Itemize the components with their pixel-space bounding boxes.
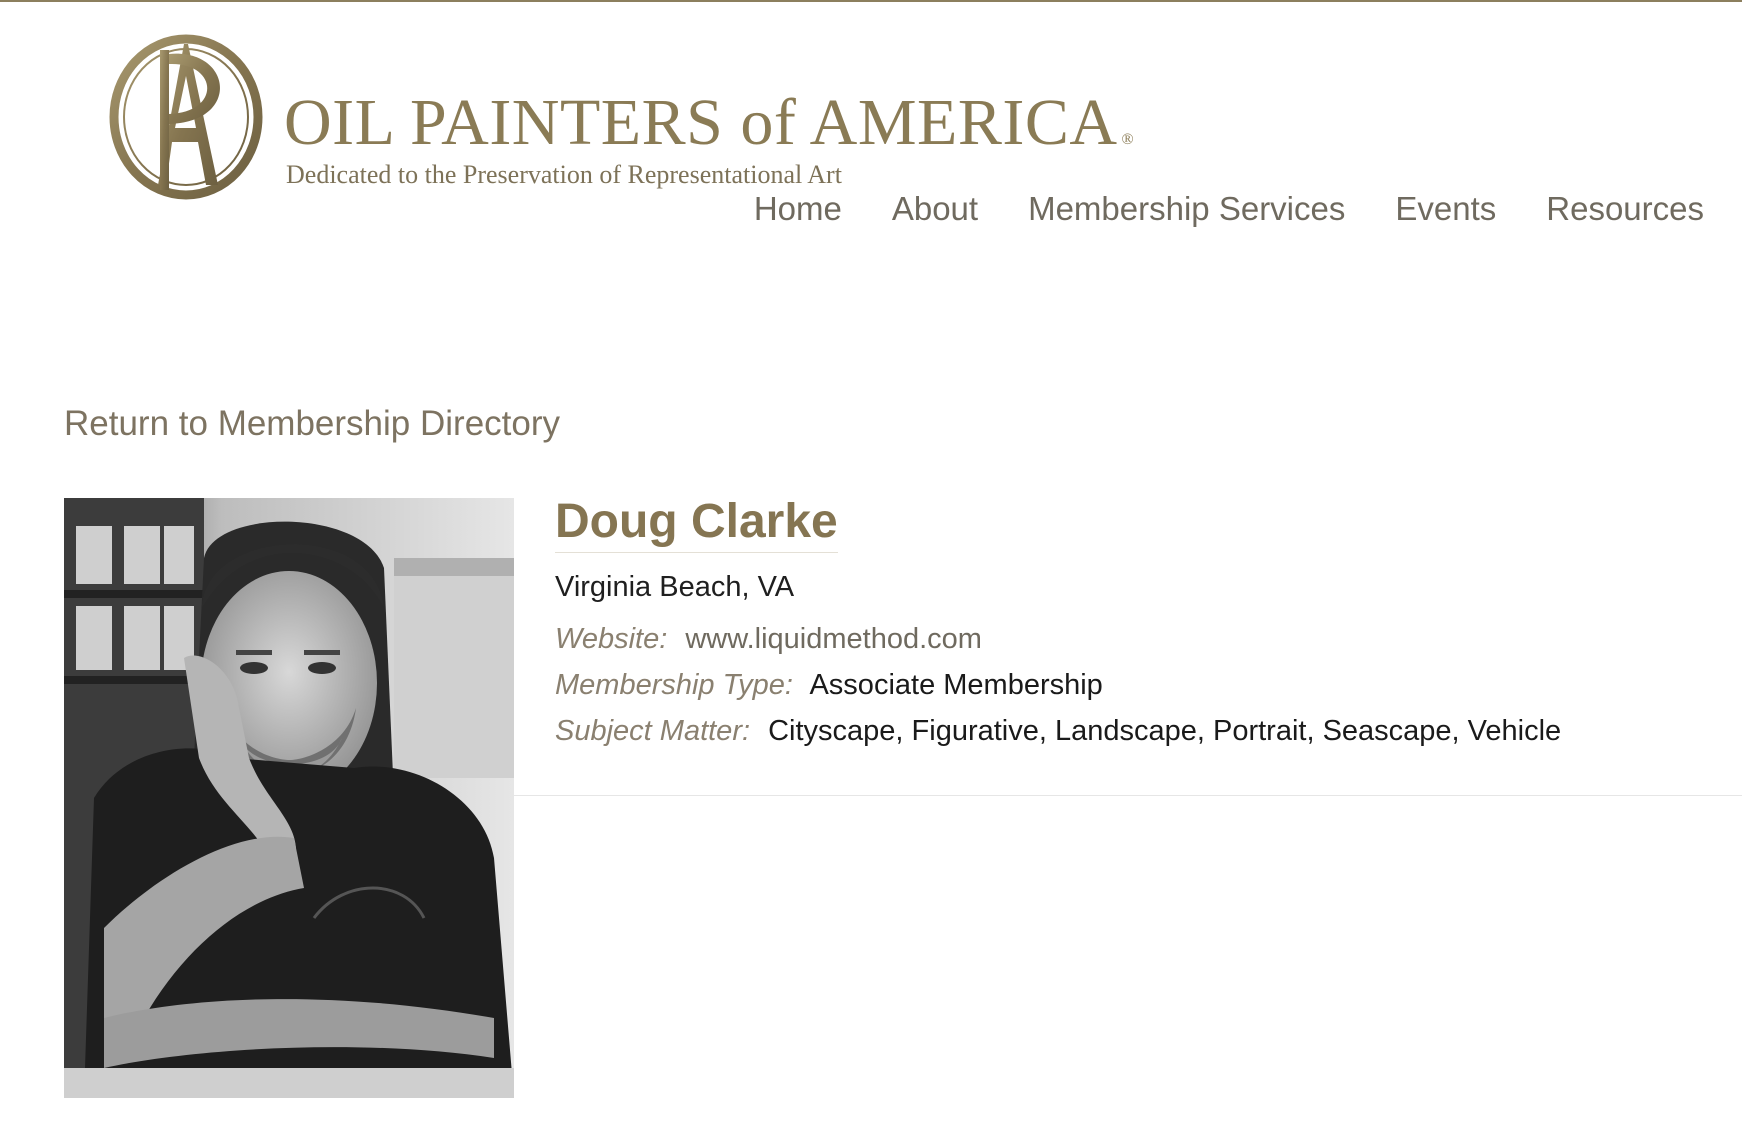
membership-type-value: Associate Membership <box>809 669 1103 701</box>
membership-type-label: Membership Type: <box>555 669 793 701</box>
subject-matter-value: Cityscape, Figurative, Landscape, Portra… <box>768 715 1562 747</box>
website-row: Website: www.liquidmethod.com <box>555 622 982 656</box>
return-to-directory-link[interactable]: Return to Membership Directory <box>64 402 560 446</box>
subject-matter-label: Subject Matter: <box>555 715 751 747</box>
nav-item-home[interactable]: Home <box>754 188 842 230</box>
nav-item-events[interactable]: Events <box>1395 188 1496 230</box>
nav-item-resources[interactable]: Resources <box>1546 188 1704 230</box>
top-rule <box>0 0 1742 2</box>
main-nav: Home About Membership Services Events Re… <box>754 188 1704 230</box>
section-divider <box>514 795 1742 796</box>
member-profile-page: OIL PAINTERS of AMERICA ® Dedicated to th… <box>0 0 1742 1144</box>
brand-tagline: Dedicated to the Preservation of Represe… <box>286 160 842 189</box>
website-link[interactable]: www.liquidmethod.com <box>685 623 982 655</box>
member-location: Virginia Beach, VA <box>555 571 795 603</box>
nav-item-about[interactable]: About <box>892 188 978 230</box>
membership-type-row: Membership Type: Associate Membership <box>555 668 1103 702</box>
subject-matter-row: Subject Matter: Cityscape, Figurative, L… <box>555 714 1561 748</box>
site-logo[interactable]: OIL PAINTERS of AMERICA ® Dedicated to th… <box>100 30 1134 205</box>
member-name: Doug Clarke <box>555 494 838 553</box>
opa-monogram-icon <box>109 34 263 200</box>
member-photo <box>64 498 514 1098</box>
website-label: Website: <box>555 623 668 655</box>
nav-item-membership-services[interactable]: Membership Services <box>1028 188 1345 230</box>
